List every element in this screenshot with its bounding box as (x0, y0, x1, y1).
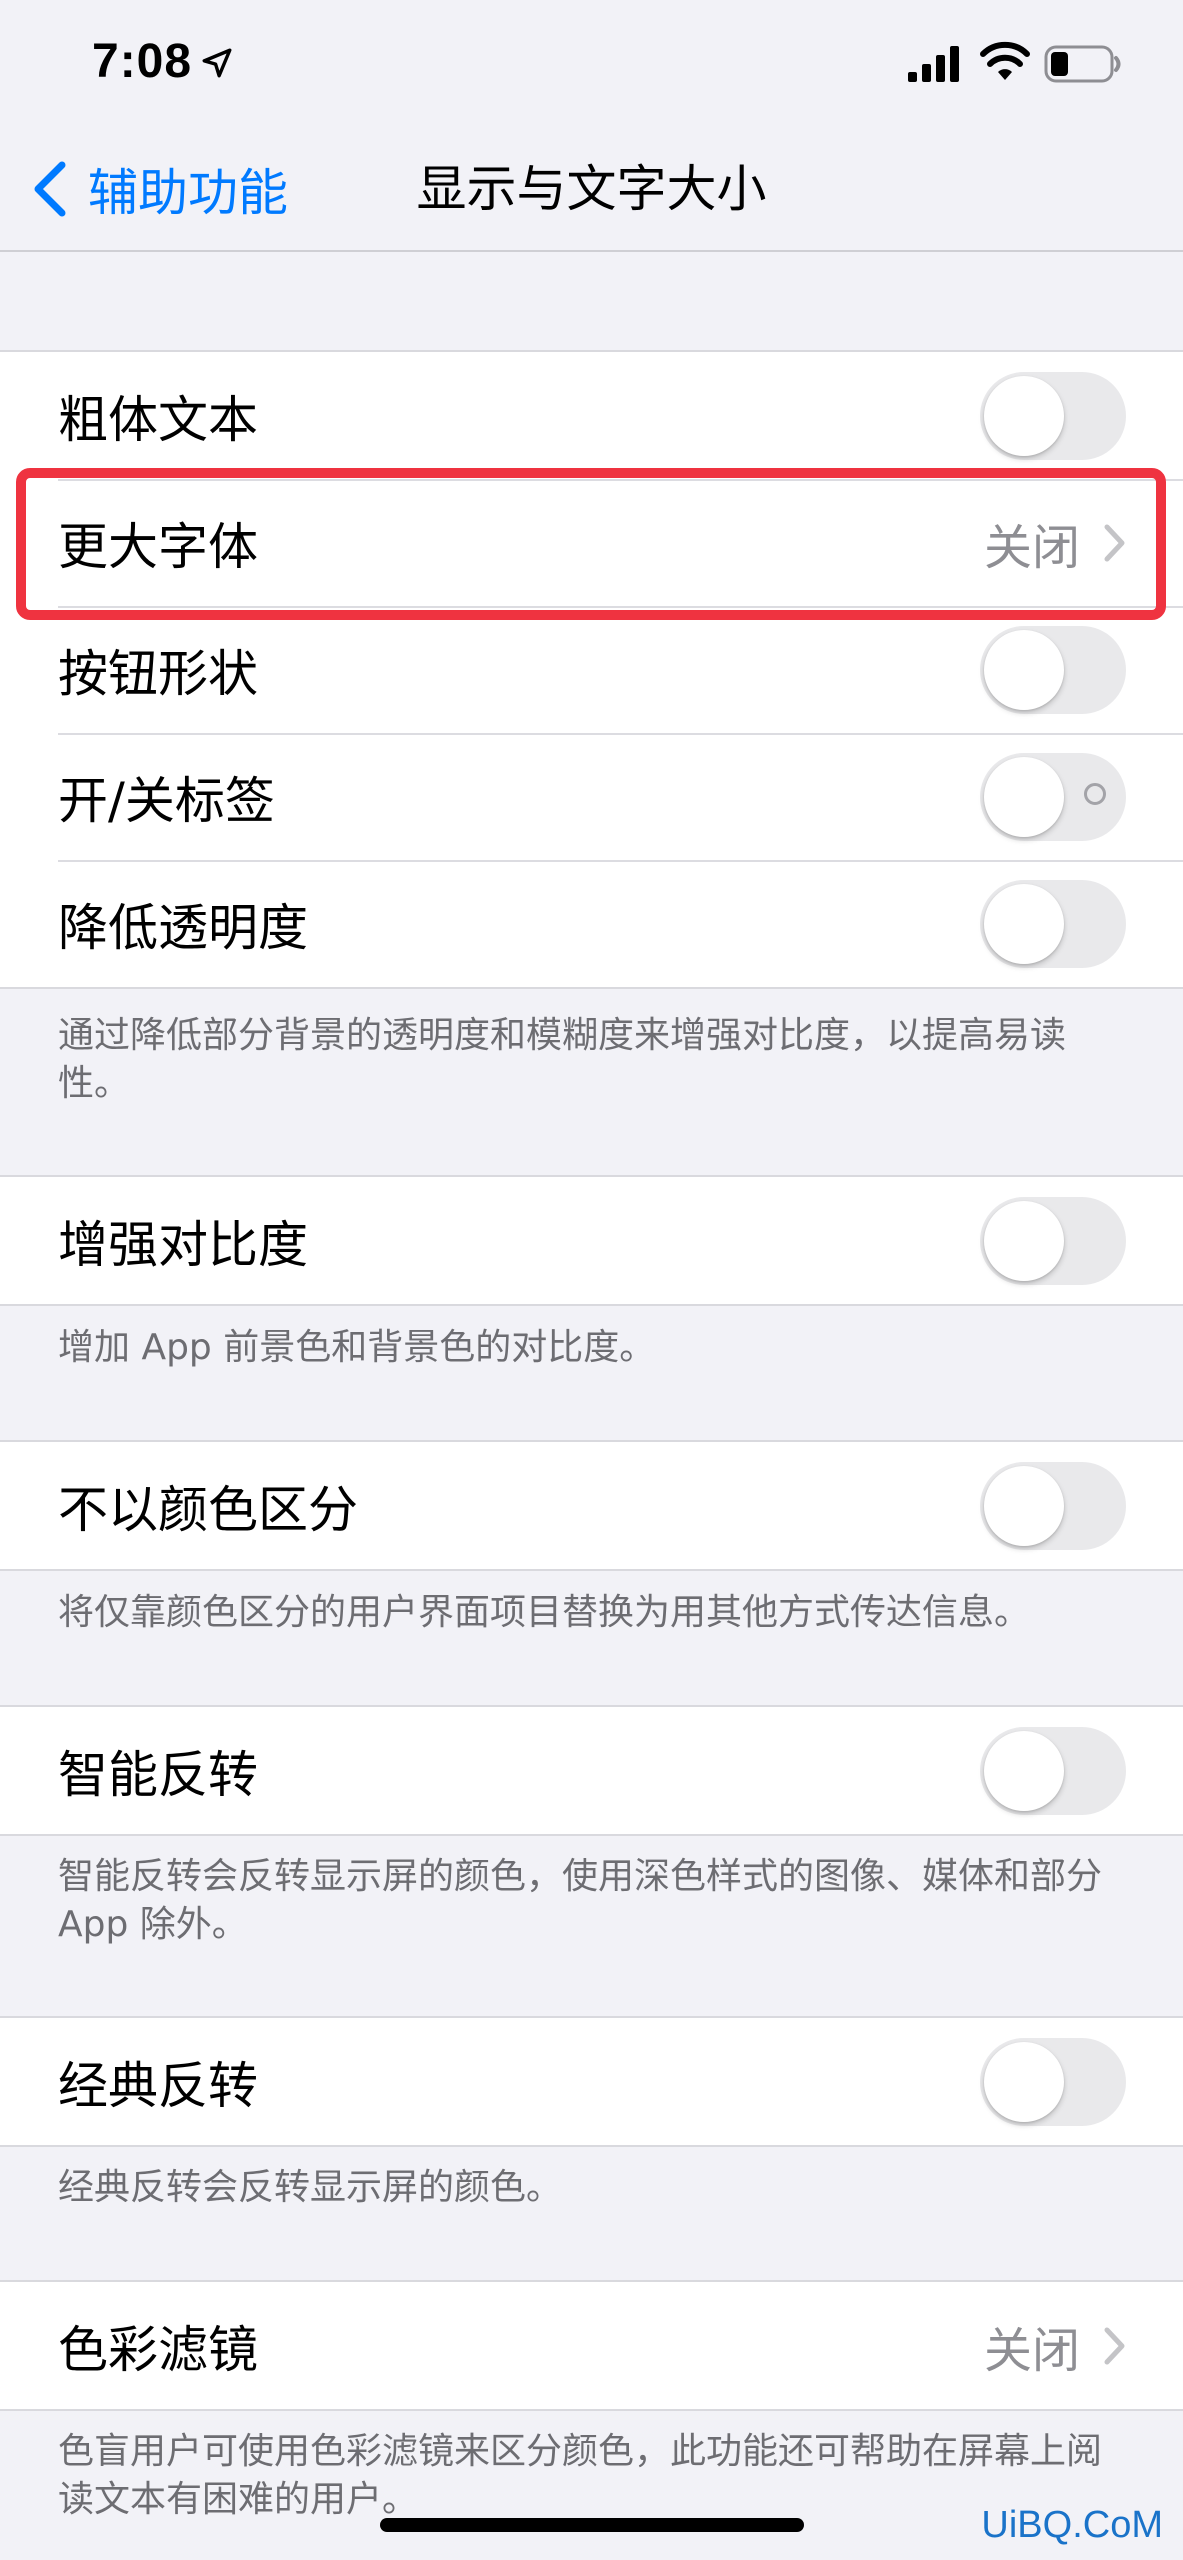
reduce-transparency-label: 降低透明度 (58, 898, 308, 957)
bold-text-toggle[interactable] (980, 372, 1126, 460)
toggle-knob (984, 1731, 1064, 1811)
increase-contrast-toggle[interactable] (980, 1197, 1126, 1285)
status-time: 7:08 (92, 35, 193, 88)
chevron-right-icon (1104, 524, 1125, 561)
color-filters-footnote: 色盲用户可使用色彩滤镜来区分颜色，此功能还可帮助在屏幕上阅读文本有困难的用户。 (58, 2431, 1103, 2520)
classic-invert-group: 经典反转 (0, 2016, 1183, 2147)
larger-text-label: 更大字体 (58, 517, 258, 576)
bold-text-row: 粗体文本 (0, 352, 1183, 479)
increase-contrast-row: 增强对比度 (0, 1177, 1183, 1304)
button-shapes-toggle[interactable] (980, 626, 1126, 714)
differentiate-without-color-toggle[interactable] (980, 1462, 1126, 1550)
button-shapes-label: 按钮形状 (58, 644, 258, 703)
page-title: 显示与文字大小 (416, 160, 767, 218)
smart-invert-label: 智能反转 (58, 1745, 258, 1804)
on-off-labels-label: 开/关标签 (58, 771, 275, 830)
classic-invert-row: 经典反转 (0, 2018, 1183, 2145)
toggle-knob (984, 1201, 1064, 1281)
smart-invert-group: 智能反转 (0, 1705, 1183, 1836)
color-filters-label: 色彩滤镜 (58, 2320, 258, 2379)
on-off-labels-toggle[interactable] (980, 753, 1126, 841)
cellular-signal-icon (908, 46, 959, 82)
toggle-knob (984, 376, 1064, 456)
smart-invert-toggle[interactable] (980, 1727, 1126, 1815)
color-filters-row[interactable]: 色彩滤镜 关闭 (0, 2282, 1183, 2409)
off-circle-icon (1084, 783, 1106, 805)
display-settings-group: 粗体文本 更大字体 关闭 按钮形状 开/关标签 降低透明度 (0, 350, 1183, 989)
smart-invert-row: 智能反转 (0, 1707, 1183, 1834)
toggle-knob (984, 630, 1064, 710)
reduce-transparency-footnote: 通过降低部分背景的透明度和模糊度来增强对比度，以提高易读性。 (58, 1015, 1067, 1104)
color-filters-value-text: 关闭 (983, 2322, 1080, 2379)
on-off-labels-row: 开/关标签 (0, 733, 1183, 860)
color-filters-group: 色彩滤镜 关闭 (0, 2280, 1183, 2411)
increase-contrast-label: 增强对比度 (58, 1215, 308, 1274)
differentiate-without-color-row: 不以颜色区分 (0, 1442, 1183, 1569)
differentiate-without-color-label: 不以颜色区分 (58, 1480, 358, 1539)
wifi-icon (980, 41, 1030, 80)
classic-invert-toggle[interactable] (980, 2038, 1126, 2126)
larger-text-value[interactable]: 关闭 (984, 508, 1128, 578)
bold-text-label: 粗体文本 (58, 390, 258, 449)
contrast-group: 增强对比度 (0, 1175, 1183, 1306)
larger-text-value-text: 关闭 (983, 519, 1080, 576)
differentiate-without-color-footnote: 将仅靠颜色区分的用户界面项目替换为用其他方式传达信息。 (58, 1592, 1031, 1633)
location-arrow-icon (202, 48, 232, 78)
toggle-knob (984, 2042, 1064, 2122)
watermark: UiBQ.CoM (981, 2504, 1163, 2546)
reduce-transparency-row: 降低透明度 (0, 860, 1183, 987)
toggle-knob (984, 1466, 1064, 1546)
classic-invert-footnote: 经典反转会反转显示屏的颜色。 (58, 2167, 563, 2208)
toggle-knob (984, 884, 1064, 964)
larger-text-row[interactable]: 更大字体 关闭 (0, 479, 1183, 606)
reduce-transparency-toggle[interactable] (980, 880, 1126, 968)
chevron-right-icon (1104, 2327, 1125, 2364)
button-shapes-row: 按钮形状 (0, 606, 1183, 733)
increase-contrast-footnote: 增加 App 前景色和背景色的对比度。 (58, 1327, 656, 1368)
status-bar: 7:08 (0, 0, 1183, 130)
classic-invert-label: 经典反转 (58, 2056, 258, 2115)
home-indicator[interactable] (380, 2518, 804, 2532)
smart-invert-footnote: 智能反转会反转显示屏的颜色，使用深色样式的图像、媒体和部分 App 除外。 (58, 1856, 1103, 1945)
color-filters-value[interactable]: 关闭 (984, 2311, 1128, 2381)
toggle-knob (984, 757, 1064, 837)
navigation-bar: 辅助功能 显示与文字大小 (0, 130, 1183, 252)
battery-icon (1044, 45, 1121, 83)
differentiate-group: 不以颜色区分 (0, 1440, 1183, 1571)
